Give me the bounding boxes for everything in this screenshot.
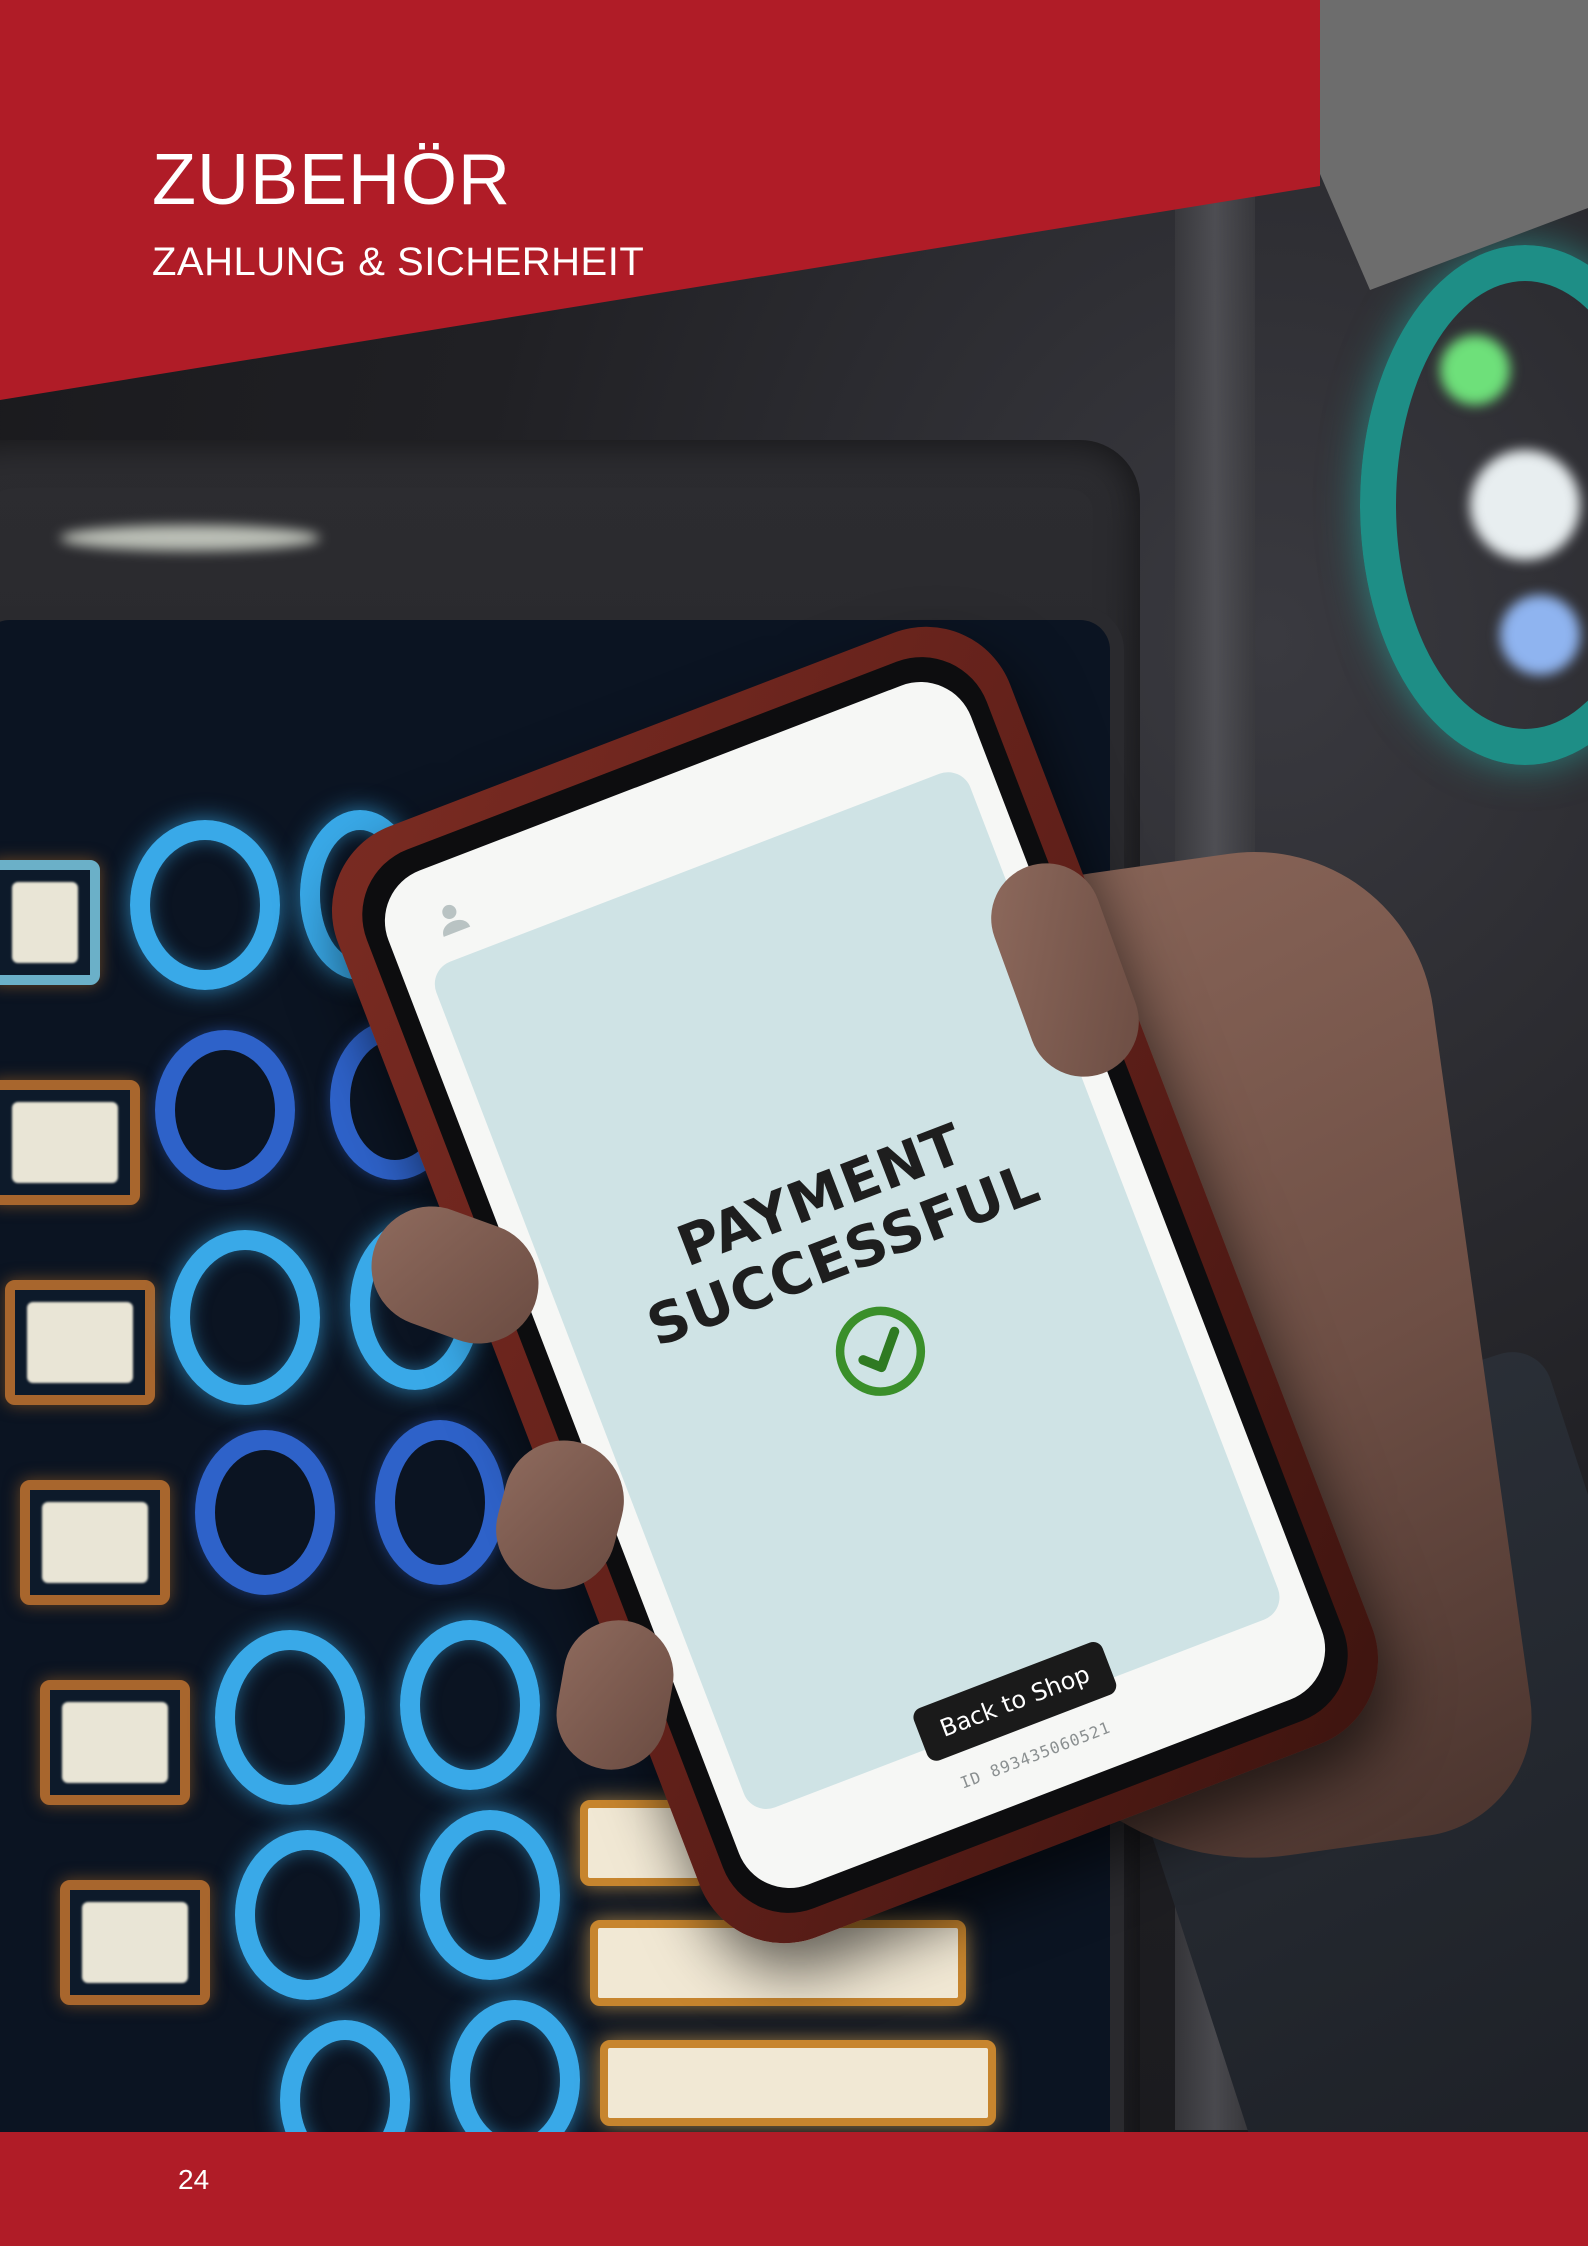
bokeh-light <box>1470 450 1580 560</box>
coil-ring <box>420 1810 560 1980</box>
check-circle-icon <box>835 1306 926 1396</box>
price-display <box>0 860 100 985</box>
page-number: 24 <box>178 2164 210 2195</box>
price-display <box>0 1080 140 1205</box>
vending-machine-light <box>60 525 320 551</box>
coil-ring <box>195 1430 335 1595</box>
coil-ring <box>400 1620 540 1790</box>
coil-ring <box>280 2020 410 2132</box>
coil-ring <box>450 2000 580 2132</box>
coil-ring <box>215 1630 365 1805</box>
coil-ring <box>375 1420 505 1585</box>
bokeh-light <box>1500 595 1580 675</box>
bokeh-light <box>1440 335 1510 405</box>
footer-band: 24 <box>0 2132 1588 2246</box>
brochure-page: PAYMENT SUCCESSFUL Back to Shop ID 893435… <box>0 0 1588 2246</box>
price-display <box>5 1280 155 1405</box>
coil-ring <box>130 820 280 990</box>
page-subtitle: ZAHLUNG & SICHERHEIT <box>152 240 645 284</box>
coil-ring <box>170 1230 320 1405</box>
profile-icon[interactable] <box>429 895 473 939</box>
price-display <box>40 1680 190 1805</box>
coil-ring <box>155 1030 295 1190</box>
slot-label <box>600 2040 996 2126</box>
price-display <box>20 1480 170 1605</box>
price-display <box>60 1880 210 2005</box>
coil-ring <box>235 1830 380 2000</box>
page-title: ZUBEHÖR <box>152 140 512 220</box>
